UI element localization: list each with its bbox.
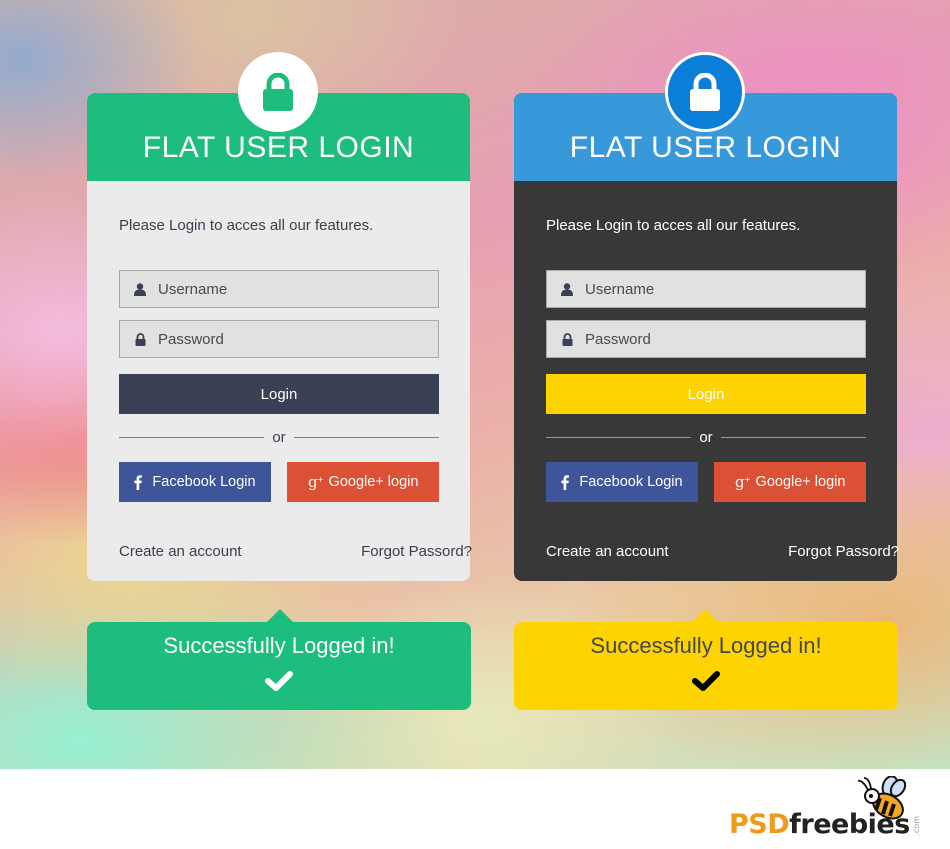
or-label: or xyxy=(272,428,286,446)
create-account-link[interactable]: Create an account xyxy=(119,543,242,560)
facebook-login-label: Facebook Login xyxy=(152,474,256,490)
lock-small-icon xyxy=(133,332,147,346)
google-plus-icon: g + xyxy=(308,474,324,490)
card-title: FLAT USER LOGIN xyxy=(142,131,415,164)
card-header: FLAT USER LOGIN xyxy=(514,52,897,181)
svg-text:+: + xyxy=(317,475,324,484)
google-plus-icon: g + xyxy=(735,474,751,490)
facebook-icon xyxy=(561,474,570,490)
or-divider: or xyxy=(119,427,439,447)
login-button[interactable]: Login xyxy=(546,374,866,414)
username-input[interactable] xyxy=(585,280,865,298)
password-field[interactable] xyxy=(119,320,439,358)
password-input[interactable] xyxy=(158,330,438,348)
logo-com-text: .com xyxy=(911,816,921,836)
checkmark-icon xyxy=(265,671,293,691)
checkmark-icon xyxy=(692,671,720,691)
create-account-link[interactable]: Create an account xyxy=(546,543,669,560)
success-message: Successfully Logged in! xyxy=(590,633,822,658)
forgot-password-link[interactable]: Forgot Passord? xyxy=(788,543,899,560)
user-icon xyxy=(560,282,574,296)
google-login-label: Google+ login xyxy=(328,474,419,490)
logo-psd-text: PSD xyxy=(729,809,790,840)
lock-badge xyxy=(238,52,318,132)
password-input[interactable] xyxy=(585,330,865,348)
google-login-label: Google+ login xyxy=(755,474,846,490)
svg-text:+: + xyxy=(744,475,751,484)
login-card-dark: FLAT USER LOGIN Please Login to acces al… xyxy=(514,52,899,581)
lock-icon xyxy=(263,73,293,111)
success-toast-green: Successfully Logged in! xyxy=(87,609,471,710)
username-field[interactable] xyxy=(119,270,439,308)
facebook-login-label: Facebook Login xyxy=(579,474,683,490)
intro-text: Please Login to acces all our features. xyxy=(119,217,374,234)
success-message: Successfully Logged in! xyxy=(163,633,395,658)
bee-icon xyxy=(858,776,907,820)
or-divider: or xyxy=(546,427,866,447)
user-icon xyxy=(133,282,147,296)
lock-small-icon xyxy=(560,332,574,346)
username-field[interactable] xyxy=(546,270,866,308)
facebook-icon xyxy=(134,474,143,490)
divider-line xyxy=(720,436,866,438)
divider-line xyxy=(546,436,692,438)
lock-icon xyxy=(690,73,720,111)
google-login-button[interactable]: g + Google+ login xyxy=(287,462,439,502)
card-title: FLAT USER LOGIN xyxy=(569,131,842,164)
or-label: or xyxy=(699,428,713,446)
facebook-login-button[interactable]: Facebook Login xyxy=(119,462,271,502)
password-field[interactable] xyxy=(546,320,866,358)
lock-badge xyxy=(665,52,745,132)
divider-line xyxy=(293,436,439,438)
facebook-login-button[interactable]: Facebook Login xyxy=(546,462,698,502)
card-header: FLAT USER LOGIN xyxy=(87,52,470,181)
google-login-button[interactable]: g + Google+ login xyxy=(714,462,866,502)
divider-line xyxy=(119,436,265,438)
username-input[interactable] xyxy=(158,280,438,298)
forgot-password-link[interactable]: Forgot Passord? xyxy=(361,543,472,560)
intro-text: Please Login to acces all our features. xyxy=(546,217,801,234)
success-toast-yellow: Successfully Logged in! xyxy=(514,609,898,710)
footer: PSD freebies .com xyxy=(0,769,950,849)
login-button[interactable]: Login xyxy=(119,374,439,414)
login-card-light: FLAT USER LOGIN Please Login to acces al… xyxy=(87,52,472,581)
